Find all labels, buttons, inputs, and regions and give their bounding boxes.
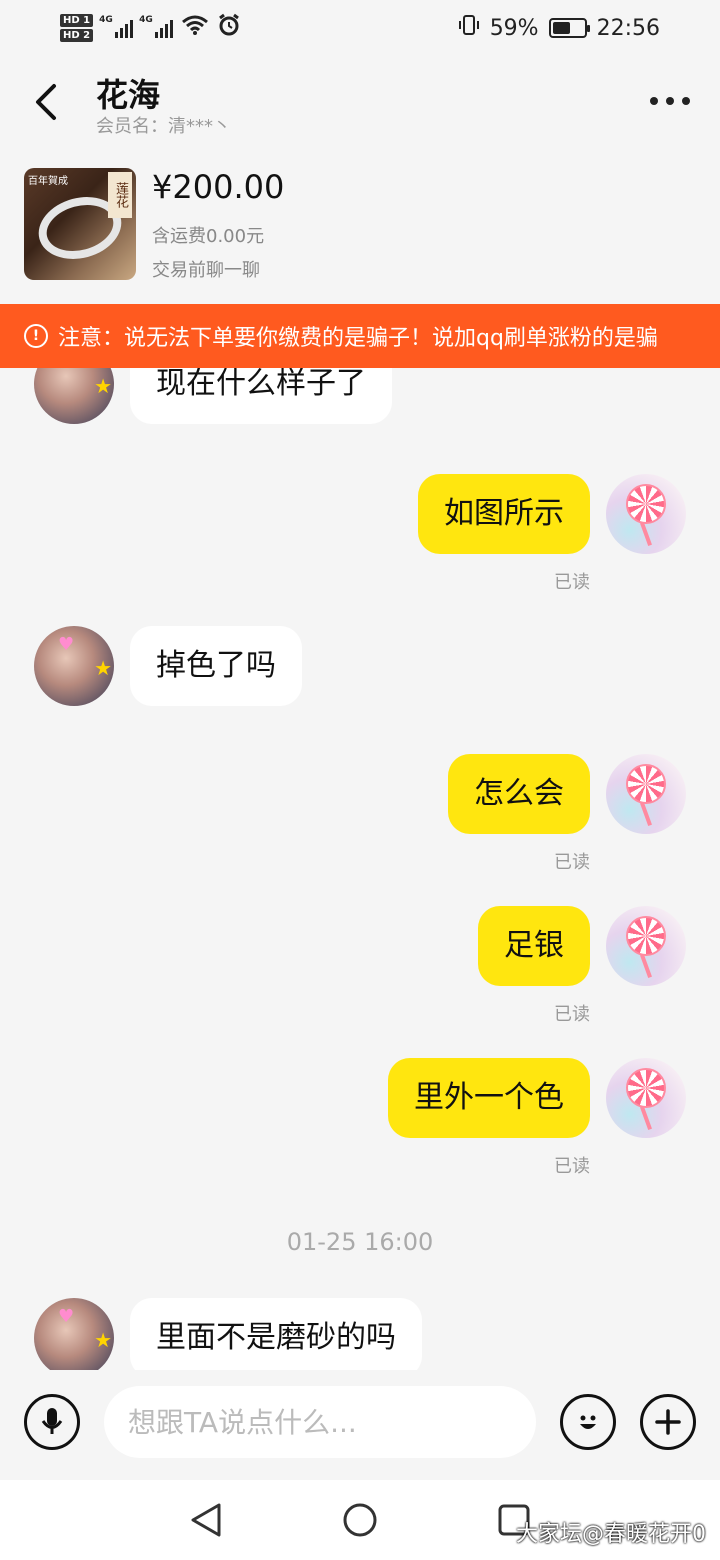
signal-label-1: 4G: [99, 15, 113, 25]
message-row: 足银 已读: [0, 906, 720, 1025]
message-row: 怎么会 已读: [0, 754, 720, 873]
other-avatar[interactable]: ♥★: [34, 626, 114, 706]
add-button[interactable]: [640, 1394, 696, 1450]
read-status: 已读: [554, 852, 590, 873]
message-input[interactable]: [104, 1386, 536, 1458]
battery-icon: [548, 18, 590, 38]
product-price: ¥200.00: [152, 168, 285, 206]
read-status: 已读: [554, 1004, 590, 1025]
status-right: 59% 22:56: [458, 14, 660, 42]
signal-icon-2: 4G: [139, 15, 174, 38]
product-image[interactable]: 百年賀成 莲花: [24, 168, 136, 280]
my-avatar[interactable]: [606, 906, 686, 986]
status-left: HD 1 HD 2 4G 4G: [60, 13, 241, 43]
watermark-text: 大家坛@春暖花开0: [516, 1522, 706, 1547]
product-tag-text: 莲花: [108, 172, 132, 218]
nav-home-button[interactable]: [340, 1500, 380, 1540]
more-options-button[interactable]: [650, 86, 690, 116]
message-row: ♥ ★ 掉色了吗: [0, 626, 720, 706]
other-avatar[interactable]: ♥★: [34, 368, 114, 424]
back-button[interactable]: [24, 78, 68, 126]
input-bar: [0, 1370, 720, 1480]
message-row: 如图所示 已读: [0, 474, 720, 593]
nav-back-button[interactable]: [186, 1500, 226, 1540]
clock: 22:56: [596, 15, 660, 41]
hd-badge-1: HD 1: [60, 14, 94, 27]
warning-text: 注意：说无法下单要你缴费的是骗子！说加qq刷单涨粉的是骗: [58, 326, 658, 351]
message-bubble[interactable]: 如图所示: [418, 474, 590, 554]
my-avatar[interactable]: [606, 474, 686, 554]
message-bubble[interactable]: 怎么会: [448, 754, 590, 834]
signal-icon-1: 4G: [99, 15, 134, 38]
my-avatar[interactable]: [606, 1058, 686, 1138]
smiley-icon: [580, 1415, 596, 1429]
vibrate-icon: [458, 14, 480, 42]
message-row: ♥ ★ 里面不是磨砂的吗: [0, 1298, 720, 1370]
chat-area[interactable]: ♥★ 现在什么样子了 如图所示 已读 ♥★ 掉色了吗 怎么会 已读 足银 已读 …: [0, 368, 720, 1370]
message-bubble[interactable]: 里面不是磨砂的吗: [130, 1298, 422, 1370]
plus-icon: [655, 1409, 681, 1435]
message-bubble[interactable]: 掉色了吗: [130, 626, 302, 706]
status-bar: HD 1 HD 2 4G 4G 59% 22:56: [0, 0, 720, 56]
hd-badge-2: HD 2: [60, 29, 94, 42]
hd-badges: HD 1 HD 2: [60, 14, 94, 42]
emoji-button[interactable]: [560, 1394, 616, 1450]
battery-percent: 59%: [489, 15, 539, 41]
battery-fill: [552, 22, 571, 34]
chat-header: 花海 会员名：清***丶: [0, 56, 720, 148]
message-row: ♥★ 现在什么样子了: [0, 368, 720, 424]
product-card[interactable]: 百年賀成 莲花 ¥200.00 含运费0.00元 交易前聊一聊: [0, 148, 720, 304]
triangle-back-icon: [191, 1503, 221, 1537]
chevron-left-icon: [36, 84, 56, 120]
message-row: 里外一个色 已读: [0, 1058, 720, 1177]
message-bubble[interactable]: 足银: [478, 906, 590, 986]
my-avatar[interactable]: [606, 754, 686, 834]
microphone-icon: [41, 1408, 63, 1434]
chat-note: 交易前聊一聊: [152, 260, 260, 281]
other-avatar[interactable]: ♥★: [34, 1298, 114, 1370]
alert-icon: !: [24, 324, 48, 348]
contact-name: 花海: [96, 76, 161, 114]
read-status: 已读: [554, 572, 590, 593]
read-status: 已读: [554, 1156, 590, 1177]
shipping-info: 含运费0.00元: [152, 226, 265, 247]
timestamp-divider: 01-25 16:00: [286, 1228, 434, 1256]
warning-banner: ! 注意：说无法下单要你缴费的是骗子！说加qq刷单涨粉的是骗: [0, 304, 720, 368]
wifi-icon: [181, 14, 209, 42]
alarm-icon: [217, 13, 241, 43]
member-name: 会员名：清***丶: [96, 116, 231, 137]
product-brand-text: 百年賀成: [28, 176, 68, 187]
circle-home-icon: [343, 1503, 377, 1537]
system-nav-bar: 大家坛@春暖花开0: [0, 1480, 720, 1560]
message-bubble[interactable]: 里外一个色: [388, 1058, 590, 1138]
voice-button[interactable]: [24, 1394, 80, 1450]
signal-label-2: 4G: [139, 15, 153, 25]
message-bubble[interactable]: 现在什么样子了: [130, 368, 392, 424]
